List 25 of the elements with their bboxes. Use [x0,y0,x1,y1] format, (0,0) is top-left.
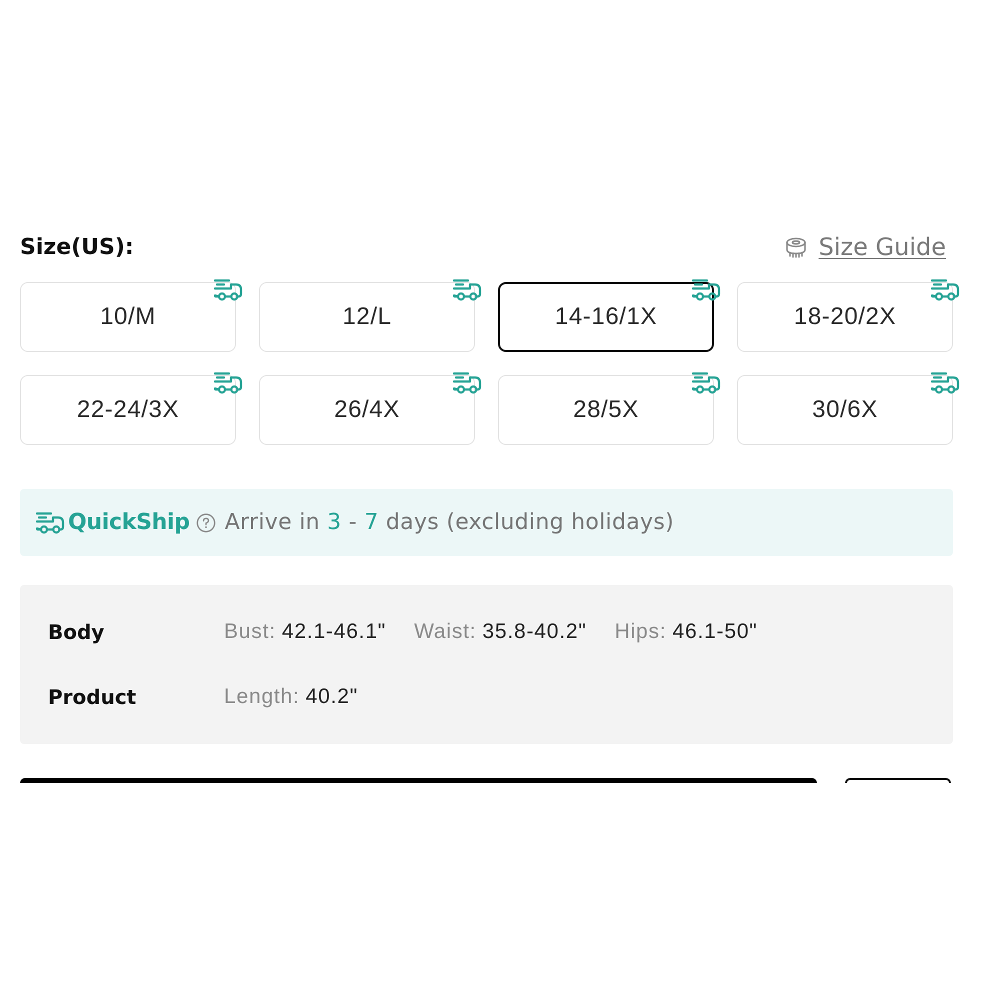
size-option[interactable]: 28/5X [498,375,714,445]
measurement-label: Bust: [224,620,276,644]
measurement-group-label: Product [48,685,138,709]
truck-icon [34,511,66,534]
delivery-text: Arrive in 3 - 7 days (excluding holidays) [224,510,674,535]
measurement-label: Hips: [614,620,666,644]
cropped-button[interactable] [845,778,951,783]
help-icon[interactable] [196,512,216,532]
measurement-group-label: Body [48,620,106,644]
size-guide-link[interactable]: Size Guide [782,233,946,261]
measurement-value: 40.2" [306,685,358,709]
measurement-value: 42.1-46.1" [282,620,386,644]
measurement-value: 35.8-40.2" [482,620,587,644]
measurement-label: Length: [224,685,300,709]
size-option[interactable]: 26/4X [259,375,475,445]
size-option[interactable]: 12/L [259,282,475,352]
measurement-value: 46.1-50" [672,620,758,644]
size-option[interactable]: 10/M [20,282,236,352]
size-option[interactable]: 30/6X [737,375,953,445]
size-option[interactable]: 14-16/1X [498,282,714,352]
measurement-label: Waist: [414,620,476,644]
quickship-label: QuickShip [68,510,190,535]
size-label: Size(US): [20,234,134,260]
size-option[interactable]: 22-24/3X [20,375,236,445]
size-option[interactable]: 18-20/2X [737,282,953,352]
